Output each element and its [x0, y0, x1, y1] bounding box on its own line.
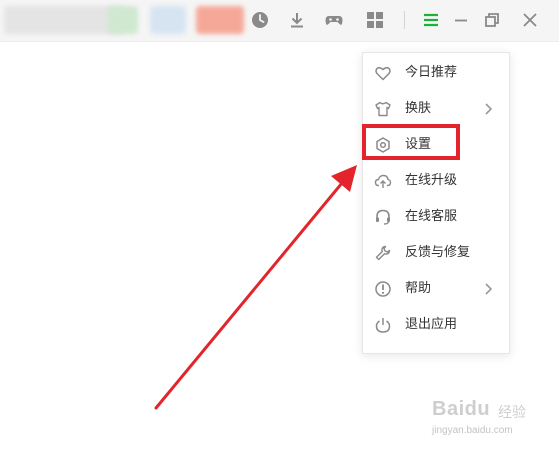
menu-item-label: 今日推荐 [405, 65, 458, 80]
menu-item-feedback[interactable]: 反馈与修复 [363, 235, 509, 271]
menu-item-upgrade[interactable]: 在线升级 [363, 163, 509, 199]
separator [404, 11, 405, 29]
power-icon [374, 316, 392, 334]
restore-icon[interactable] [481, 9, 503, 31]
download-icon[interactable] [286, 9, 308, 31]
history-icon[interactable] [249, 9, 271, 31]
menu-item-label: 换肤 [405, 101, 432, 116]
menu-item-recommend[interactable]: 今日推荐 [363, 55, 509, 91]
main-menu-dropdown: 今日推荐 换肤 设置 在线升级 在线客服 反馈与修复 帮助 退出应用 [362, 52, 510, 354]
headset-icon [374, 208, 392, 226]
menu-item-label: 退出应用 [405, 317, 458, 332]
highlight-box [362, 124, 460, 160]
apps-icon[interactable] [364, 9, 386, 31]
heart-icon [374, 64, 392, 82]
cloud-upload-icon [374, 172, 392, 190]
menu-item-label: 反馈与修复 [405, 245, 471, 260]
chevron-right-icon [481, 101, 495, 117]
wrench-icon [374, 244, 392, 262]
minimize-icon[interactable] [450, 9, 472, 31]
watermark-brand-cn: 经验 [498, 405, 526, 421]
blurred-content [196, 6, 244, 34]
menu-item-exit[interactable]: 退出应用 [363, 307, 509, 343]
title-bar [0, 0, 559, 42]
watermark-brand: Baidu [432, 398, 491, 420]
game-icon[interactable] [323, 9, 345, 31]
menu-item-help[interactable]: 帮助 [363, 271, 509, 307]
help-icon [374, 280, 392, 298]
chevron-right-icon [481, 281, 495, 297]
menu-icon[interactable] [420, 9, 442, 31]
menu-item-label: 帮助 [405, 281, 432, 296]
menu-item-skin[interactable]: 换肤 [363, 91, 509, 127]
menu-item-label: 在线升级 [405, 173, 458, 188]
watermark-url: jingyan.baidu.com [432, 425, 513, 436]
menu-item-support[interactable]: 在线客服 [363, 199, 509, 235]
close-icon[interactable] [519, 9, 541, 31]
blurred-content [150, 6, 186, 34]
baidu-watermark: Baidu 经验 jingyan.baidu.com [412, 392, 552, 442]
blurred-content [108, 6, 138, 34]
menu-item-label: 在线客服 [405, 209, 458, 224]
blurred-content [4, 6, 124, 34]
shirt-icon [374, 100, 392, 118]
